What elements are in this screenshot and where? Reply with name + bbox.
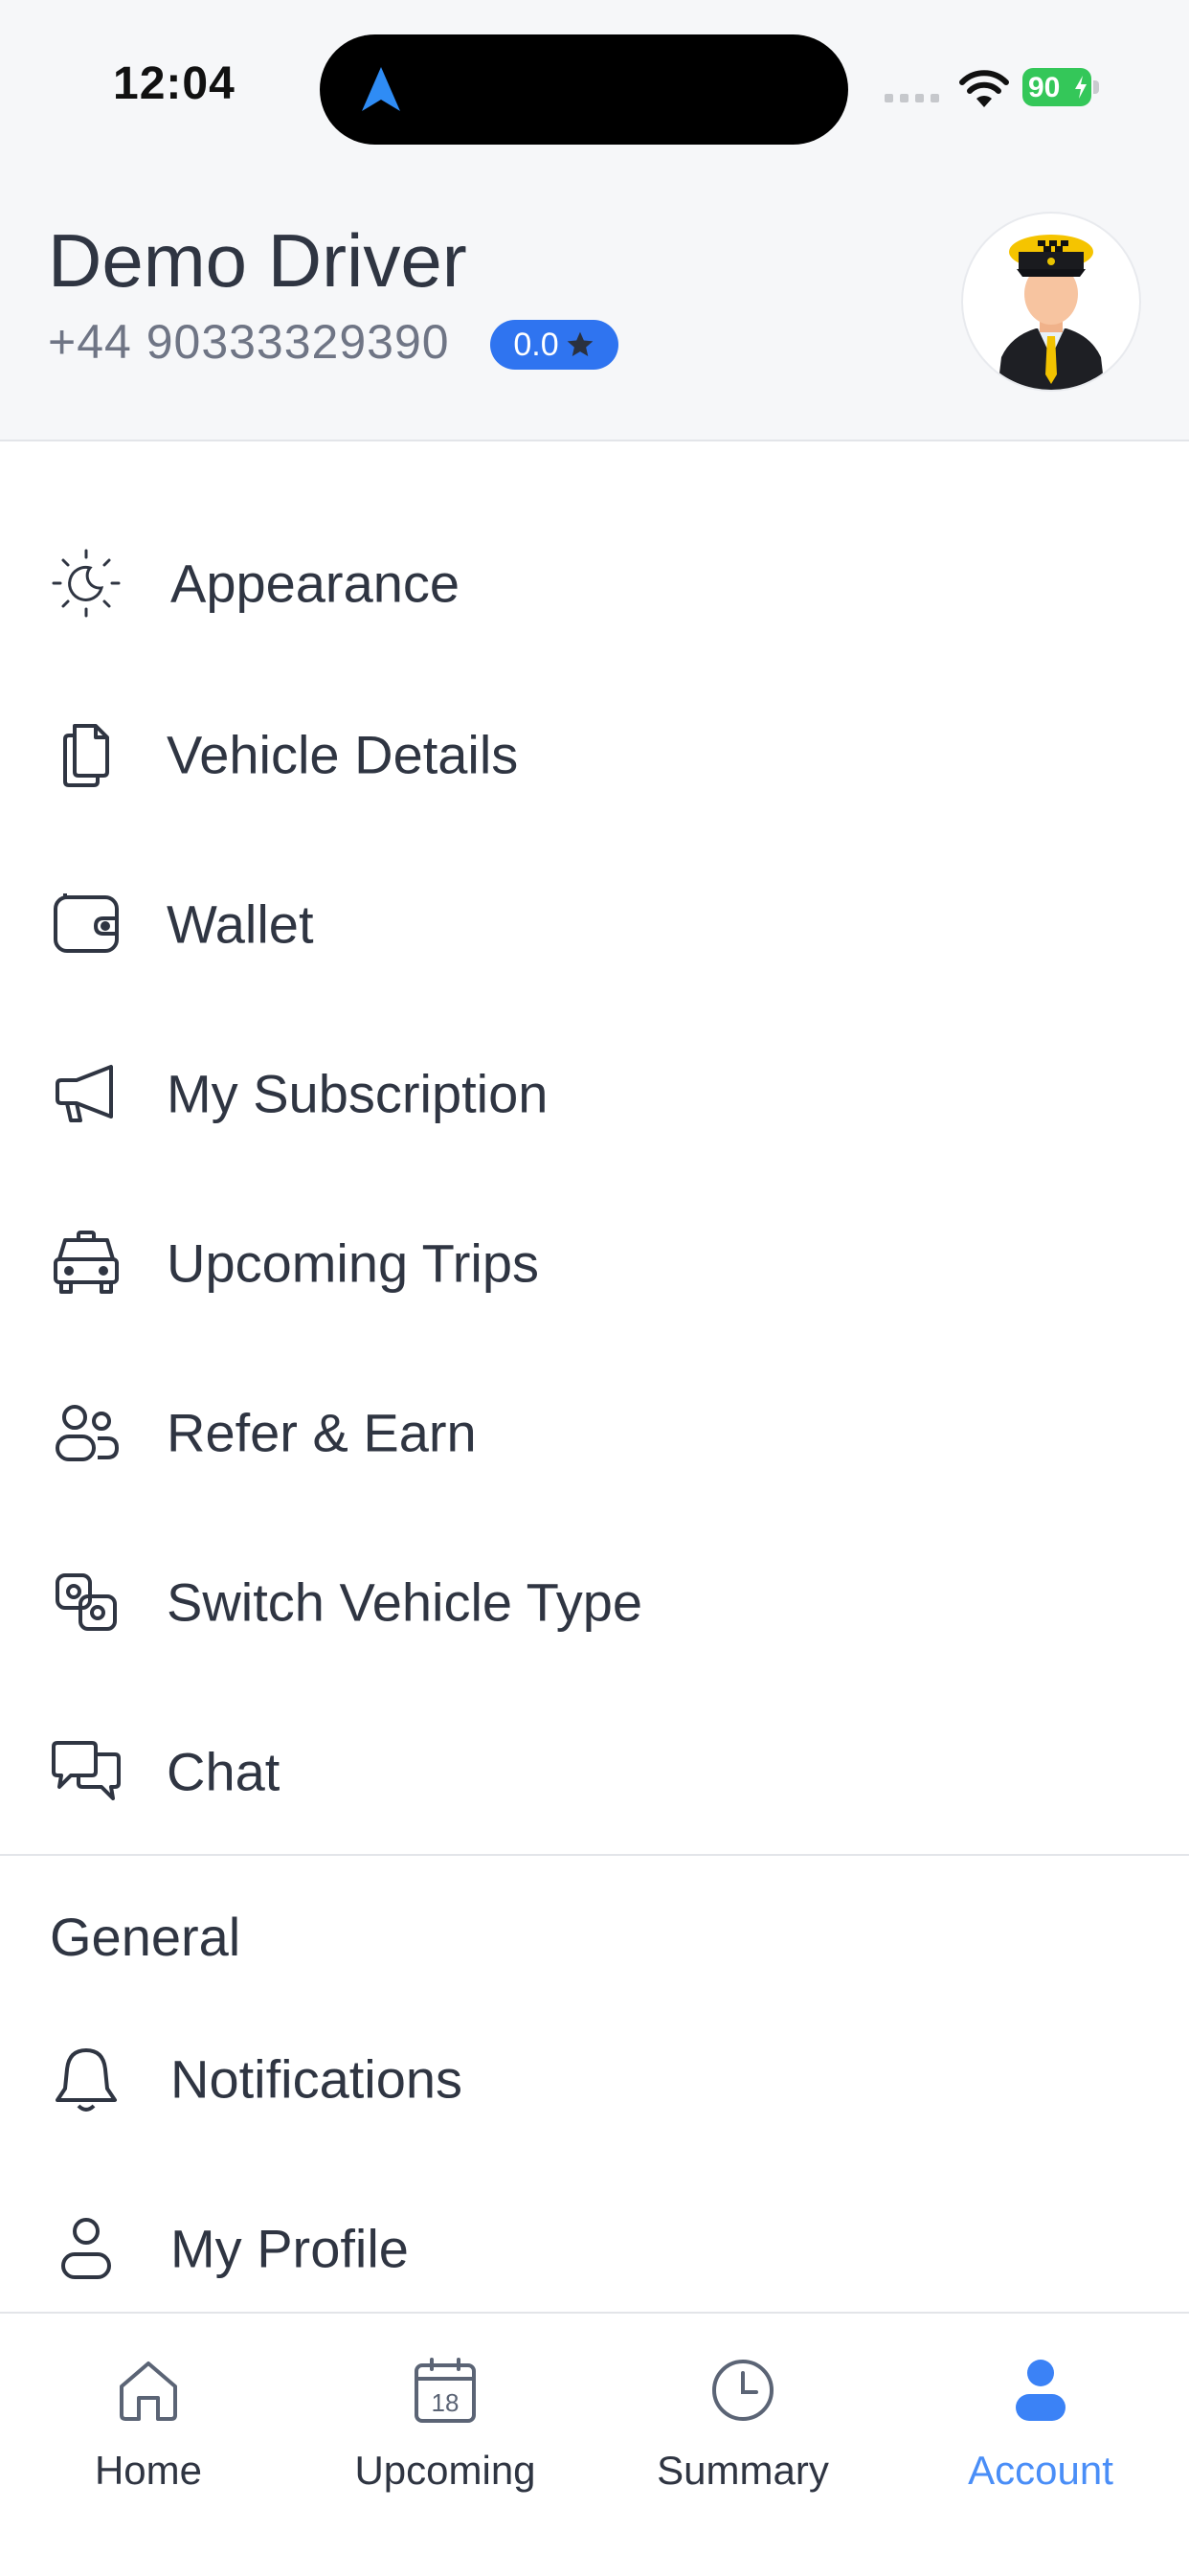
profile-header[interactable]: Demo Driver +44 90333329390 0.0: [0, 177, 1189, 441]
driver-phone: +44 90333329390: [48, 315, 450, 369]
bottom-tab-bar: Home 18 Upcoming Summary Account: [0, 2312, 1189, 2576]
menu-item-label: Notifications: [170, 2048, 463, 2110]
menu-item-label: Switch Vehicle Type: [167, 1571, 643, 1633]
user-icon: [48, 2210, 124, 2287]
menu-item-chat[interactable]: Chat: [0, 1700, 1189, 1843]
navigation-arrow-icon: [362, 67, 400, 111]
tab-label: Account: [968, 2448, 1113, 2493]
menu-item-label: Wallet: [167, 893, 314, 955]
star-icon: [567, 331, 593, 356]
chat-icon: [48, 1733, 124, 1810]
home-icon: [110, 2352, 187, 2429]
tab-label: Summary: [657, 2448, 829, 2493]
menu-item-label: Vehicle Details: [167, 724, 519, 785]
battery-icon: 90: [1022, 68, 1099, 106]
menu-item-upcoming-trips[interactable]: Upcoming Trips: [0, 1191, 1189, 1335]
menu-item-vehicle-details[interactable]: Vehicle Details: [0, 683, 1189, 826]
appearance-icon: [48, 545, 124, 621]
taxi-icon: [48, 1225, 124, 1301]
menu-item-refer-earn[interactable]: Refer & Earn: [0, 1361, 1189, 1504]
menu-item-label: Chat: [167, 1741, 280, 1802]
tab-label: Upcoming: [354, 2448, 536, 2493]
wallet-icon: [48, 886, 124, 962]
tab-summary[interactable]: Summary: [594, 2335, 891, 2526]
battery-percent: 90: [1028, 72, 1061, 103]
menu-item-label: My Subscription: [167, 1063, 549, 1124]
status-time: 12:04: [113, 58, 236, 109]
calendar-day: 18: [432, 2388, 460, 2417]
users-icon: [48, 1394, 124, 1471]
megaphone-icon: [48, 1055, 124, 1132]
rating-badge: 0.0: [490, 320, 618, 370]
calendar-icon: 18: [407, 2352, 483, 2429]
tab-home[interactable]: Home: [0, 2335, 297, 2526]
document-icon: [48, 716, 124, 793]
bell-icon: [48, 2041, 124, 2117]
menu-item-my-profile[interactable]: My Profile: [0, 2177, 1189, 2320]
menu-item-label: Refer & Earn: [167, 1402, 477, 1463]
menu-item-label: Upcoming Trips: [167, 1232, 540, 1294]
clock-icon: [705, 2352, 781, 2429]
menu-item-my-subscription[interactable]: My Subscription: [0, 1022, 1189, 1165]
driver-avatar-icon: [998, 235, 1105, 390]
driver-name: Demo Driver: [48, 218, 467, 303]
rating-value: 0.0: [513, 326, 559, 363]
menu-item-switch-vehicle-type[interactable]: Switch Vehicle Type: [0, 1530, 1189, 1674]
cellular-signal-icon: [885, 94, 939, 102]
menu-item-label: My Profile: [170, 2218, 409, 2279]
section-divider: [0, 1854, 1189, 1856]
section-title-general: General: [50, 1907, 241, 1967]
menu-item-appearance[interactable]: Appearance: [0, 511, 1189, 655]
tab-upcoming[interactable]: 18 Upcoming: [297, 2335, 594, 2526]
dynamic-island: [320, 34, 848, 145]
tab-account[interactable]: Account: [892, 2335, 1189, 2526]
menu-item-wallet[interactable]: Wallet: [0, 852, 1189, 996]
wifi-icon: [959, 70, 1009, 107]
avatar[interactable]: [961, 212, 1141, 392]
status-bar: 12:04 90: [0, 0, 1189, 177]
account-icon: [1002, 2352, 1079, 2429]
switch-icon: [48, 1564, 124, 1640]
tab-label: Home: [94, 2448, 203, 2493]
menu-item-label: Appearance: [170, 553, 460, 614]
menu-item-notifications[interactable]: Notifications: [0, 2007, 1189, 2151]
